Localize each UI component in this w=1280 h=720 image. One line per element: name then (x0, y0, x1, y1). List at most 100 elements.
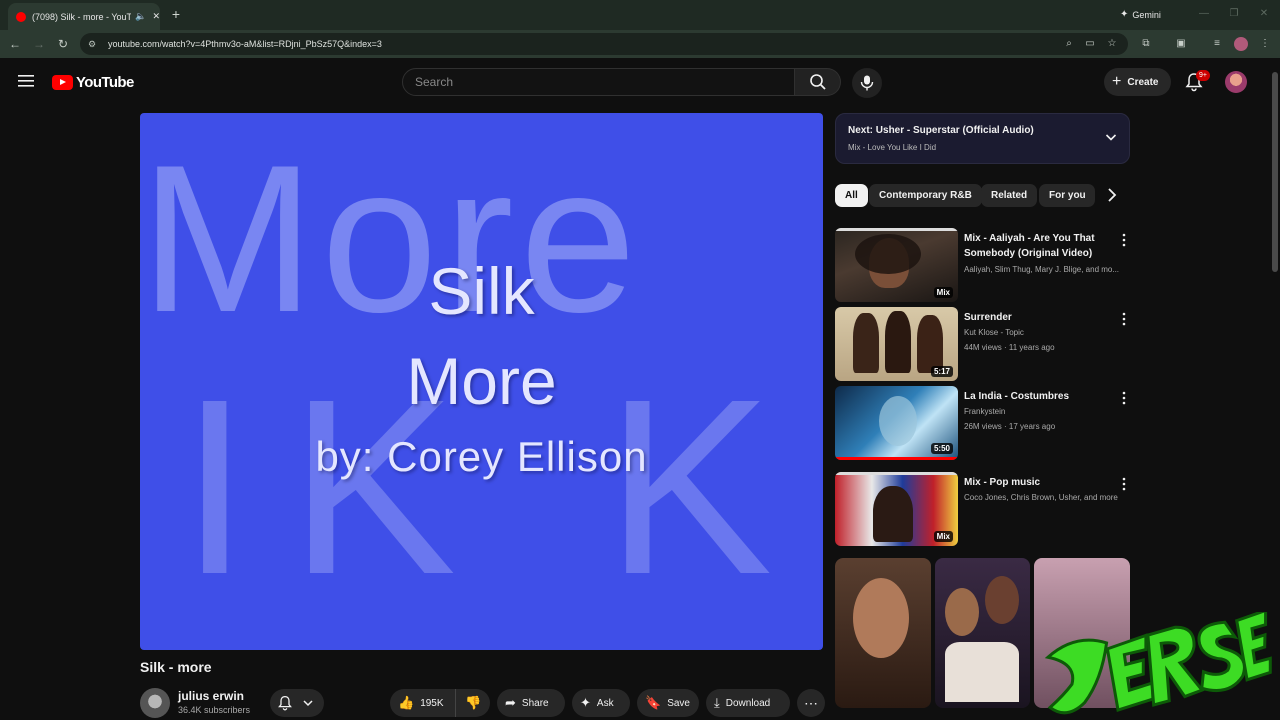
like-button[interactable]: 👍 195K (390, 689, 456, 717)
chip-related[interactable]: Related (981, 184, 1038, 207)
tab-close-icon[interactable]: ✕ (152, 11, 160, 22)
channel-avatar[interactable] (140, 688, 170, 718)
media-controls-icon[interactable]: ≡ (1210, 37, 1224, 51)
chevron-right-icon[interactable] (1102, 185, 1122, 205)
minimize-icon[interactable]: — (1196, 6, 1212, 22)
short-thumbnail[interactable] (935, 558, 1030, 708)
short-face-2 (985, 576, 1019, 624)
more-vertical-icon[interactable] (1120, 312, 1128, 326)
zoom-icon[interactable]: ⌕ (1062, 37, 1076, 51)
microphone-icon (860, 75, 874, 91)
ask-button[interactable]: ✦ Ask (572, 689, 630, 717)
download-button[interactable]: ⤓ Download (706, 689, 790, 717)
address-bar[interactable]: ⚙ youtube.com/watch?v=4Pthmv3o-aM&list=R… (80, 33, 1128, 55)
more-vertical-icon[interactable] (1120, 477, 1128, 491)
notification-count-badge: 9+ (1196, 70, 1210, 81)
duration-badge: 5:50 (930, 443, 953, 454)
short-thumbnail[interactable] (835, 558, 931, 708)
channel-name[interactable]: julius erwin (178, 689, 244, 703)
account-avatar[interactable] (1225, 71, 1247, 93)
search-button[interactable] (795, 68, 841, 96)
up-next-card[interactable]: Next: Usher - Superstar (Official Audio)… (835, 113, 1130, 164)
watch-progress-bar (835, 457, 958, 460)
download-arrow-icon: ⤓ (714, 695, 720, 710)
maximize-icon[interactable]: ❐ (1226, 6, 1242, 22)
player-title-line2: More (406, 344, 557, 418)
subscription-notifications-button[interactable] (270, 689, 324, 717)
thumbnail-figure-2 (885, 311, 911, 373)
forward-arrow-icon[interactable]: → (31, 36, 47, 52)
short-face (853, 578, 909, 658)
site-info-icon[interactable]: ⚙ (88, 39, 100, 50)
youtube-header: YouTube Search + Create 9+ (0, 58, 1280, 106)
jersey-overlay-graphic (1044, 612, 1272, 715)
recommendation-channel: Frankystein (964, 407, 1006, 416)
new-tab-button[interactable]: + (168, 5, 184, 23)
recommendation-item[interactable]: Mix Mix - Aaliyah - Are You That Somebod… (835, 228, 1130, 302)
recommendation-meta: 44M views · 11 years ago (964, 343, 1055, 352)
more-horizontal-icon: ⋯ (804, 694, 818, 711)
hamburger-menu-icon[interactable] (18, 74, 34, 88)
browser-menu-icon[interactable]: ⋮ (1258, 37, 1272, 51)
up-next-title: Next: Usher - Superstar (Official Audio) (848, 125, 1034, 136)
recommendation-title: Mix - Aaliyah - Are You That Somebody (O… (964, 233, 1095, 259)
reload-icon[interactable]: ↻ (55, 36, 71, 52)
save-label: Save (667, 697, 690, 709)
tab-title: (7098) Silk - more - YouTub (32, 11, 132, 22)
search-input[interactable]: Search (402, 68, 795, 96)
save-button[interactable]: 🔖 Save (637, 689, 699, 717)
youtube-logo[interactable]: YouTube (52, 72, 134, 92)
ask-label: Ask (596, 697, 614, 709)
bell-icon (278, 695, 292, 711)
thumbs-up-icon: 👍 (398, 695, 415, 710)
video-thumbnail[interactable]: Mix (835, 472, 958, 546)
sparkle-icon: ✦ (580, 695, 591, 710)
page-scrollbar[interactable] (1272, 72, 1278, 272)
recommendation-title: La India - Costumbres (964, 391, 1070, 402)
thumbnail-hair (855, 234, 921, 274)
gemini-button[interactable]: ✦ Gemini (1120, 6, 1161, 23)
voice-search-button[interactable] (852, 68, 882, 98)
mix-badge: Mix (933, 287, 953, 298)
speaker-icon[interactable]: 🔈 (135, 11, 146, 22)
video-thumbnail[interactable]: Mix (835, 228, 958, 302)
bookmark-star-icon[interactable]: ☆ (1105, 37, 1119, 51)
video-thumbnail[interactable]: 5:50 (835, 386, 958, 460)
chip-for-you[interactable]: For you (1039, 184, 1095, 207)
thumbnail-face (879, 396, 917, 446)
gemini-sparkle-icon: ✦ (1120, 9, 1129, 20)
more-vertical-icon[interactable] (1120, 233, 1128, 247)
thumbnail-figure (873, 486, 913, 542)
browser-tab[interactable]: (7098) Silk - more - YouTub 🔈 ✕ (8, 3, 160, 30)
sidepanel-icon[interactable]: ▣ (1174, 37, 1188, 51)
recommendation-title: Surrender (964, 312, 1012, 323)
profile-avatar-icon[interactable] (1234, 37, 1248, 51)
window-close-icon[interactable]: ✕ (1256, 6, 1272, 22)
back-arrow-icon[interactable]: ← (7, 36, 23, 52)
browser-tab-bar: (7098) Silk - more - YouTub 🔈 ✕ + ✦ Gemi… (0, 0, 1280, 30)
recommendation-item[interactable]: Mix Mix - Pop music Coco Jones, Chris Br… (835, 472, 1130, 546)
video-player[interactable]: More IK K Silk More by: Corey Ellison (140, 113, 823, 650)
search-icon (810, 74, 826, 90)
browser-toolbar: ← → ↻ ⚙ youtube.com/watch?v=4Pthmv3o-aM&… (0, 30, 1280, 58)
chip-all[interactable]: All (835, 184, 868, 207)
youtube-play-icon (52, 74, 73, 90)
more-actions-button[interactable]: ⋯ (797, 689, 825, 717)
dislike-button[interactable]: 👎 (456, 689, 490, 717)
chevron-down-icon[interactable] (1105, 131, 1117, 143)
recommendation-title: Mix - Pop music (964, 477, 1041, 488)
plus-icon: + (1112, 73, 1122, 90)
cast-icon[interactable]: ▭ (1083, 37, 1097, 51)
create-button[interactable]: + Create (1104, 68, 1171, 96)
share-button[interactable]: ➦ Share (497, 689, 565, 717)
recommendation-item[interactable]: 5:17 Surrender Kut Klose - Topic 44M vie… (835, 307, 1130, 381)
subscriber-count: 36.4K subscribers (178, 705, 251, 715)
more-vertical-icon[interactable] (1120, 391, 1128, 405)
chip-contemporary-rnb[interactable]: Contemporary R&B (869, 184, 982, 207)
up-next-subtitle: Mix - Love You Like I Did (848, 143, 937, 152)
extensions-icon[interactable]: ⧉ (1139, 37, 1153, 51)
player-credit-line: by: Corey Ellison (315, 433, 648, 480)
video-thumbnail[interactable]: 5:17 (835, 307, 958, 381)
recommendation-item[interactable]: 5:50 La India - Costumbres Frankystein 2… (835, 386, 1130, 460)
short-face-1 (945, 588, 979, 636)
